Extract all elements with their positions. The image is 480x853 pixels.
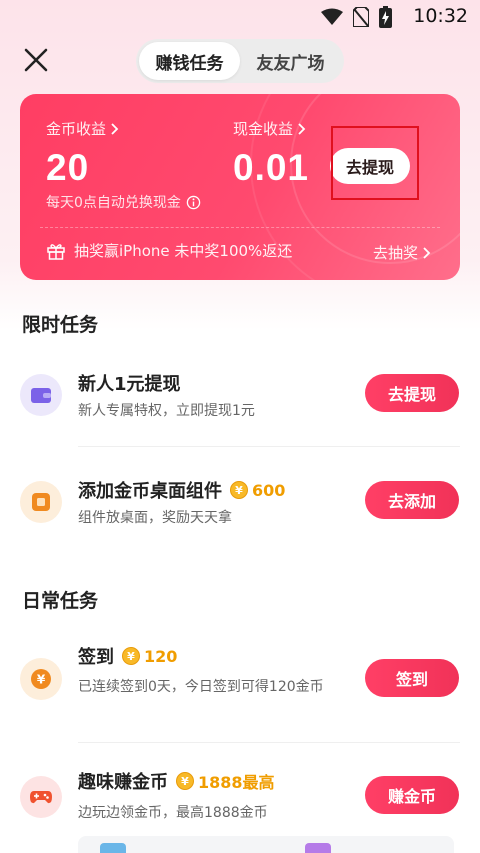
chevron-right-icon — [423, 246, 431, 259]
coin-earnings-label: 金币收益 — [46, 120, 107, 138]
task-name: 签到 ¥120 — [78, 646, 178, 669]
chevron-right-icon — [111, 122, 119, 135]
coin-earnings-value: 20 — [46, 147, 90, 188]
status-time: 10:32 — [413, 5, 468, 27]
coin-earnings: 金币收益 20 — [46, 118, 120, 189]
auto-exchange-text: 每天0点自动兑换现金 — [46, 195, 181, 211]
chevron-right-icon — [298, 122, 306, 135]
tab-friend-square[interactable]: 友友广场 — [240, 42, 341, 80]
status-icons — [321, 6, 392, 28]
task-desc: 组件放桌面，奖励天天拿 — [78, 510, 232, 526]
divider — [78, 446, 460, 447]
earnings-card: 金币收益 20 现金收益 0.01 去提现 每天0点自动兑换现金 抽奖赢iPho… — [20, 94, 460, 280]
cash-earnings-link[interactable]: 现金收益 — [233, 118, 309, 139]
cash-earnings-label: 现金收益 — [233, 120, 294, 138]
task-desc: 已连续签到0天，今日签到可得120金币 — [78, 679, 324, 695]
gamepad-icon — [20, 776, 62, 818]
widget-icon — [20, 481, 62, 523]
cash-earnings: 现金收益 0.01 — [233, 118, 309, 189]
game-strip — [78, 836, 454, 853]
task-desc: 新人专属特权，立即提现1元 — [78, 403, 255, 419]
divider — [78, 742, 460, 743]
tab-earn-tasks[interactable]: 赚钱任务 — [139, 42, 240, 80]
task-name: 趣味赚金币 ¥1888最高 — [78, 768, 275, 794]
lottery-text: 抽奖赢iPhone 未中奖100%返还 — [74, 242, 293, 260]
highlight-box — [331, 126, 419, 200]
task-name: 新人1元提现 — [78, 374, 181, 395]
lottery-link[interactable]: 去抽奖 — [373, 242, 432, 263]
battery-charging-icon — [379, 6, 392, 28]
coin-earnings-link[interactable]: 金币收益 — [46, 118, 120, 139]
card-divider — [40, 227, 440, 228]
status-bar: 10:32 — [0, 0, 480, 34]
wifi-icon — [321, 8, 343, 25]
limited-tasks-title: 限时任务 — [22, 314, 99, 336]
game-thumbnail[interactable] — [305, 843, 331, 853]
svg-text:¥: ¥ — [37, 673, 46, 687]
game-thumbnail[interactable] — [100, 843, 126, 853]
no-sim-icon — [353, 7, 369, 27]
close-icon — [24, 48, 48, 72]
lottery-link-label: 去抽奖 — [372, 244, 418, 262]
coin-icon: ¥ — [230, 481, 248, 499]
close-button[interactable] — [20, 44, 52, 76]
earn-coins-button[interactable]: 赚金币 — [365, 776, 459, 814]
task-desc: 边玩边领金币，最高1888金币 — [78, 805, 268, 821]
cash-earnings-value: 0.01 — [233, 147, 310, 188]
wallet-icon — [20, 374, 62, 416]
reward-badge: ¥600 — [230, 481, 285, 500]
daily-tasks-title: 日常任务 — [22, 590, 99, 612]
go-add-button[interactable]: 去添加 — [365, 481, 459, 519]
info-icon[interactable] — [186, 195, 201, 210]
reward-badge: ¥120 — [122, 647, 177, 666]
auto-exchange-note: 每天0点自动兑换现金 — [46, 192, 201, 212]
gift-icon — [47, 243, 65, 260]
go-withdraw-button[interactable]: 去提现 — [365, 374, 459, 412]
checkin-button[interactable]: 签到 — [365, 659, 459, 697]
reward-badge: ¥1888最高 — [176, 769, 275, 793]
yuan-coin-icon: ¥ — [20, 658, 62, 700]
lottery-promo: 抽奖赢iPhone 未中奖100%返还 — [46, 240, 292, 261]
coin-icon: ¥ — [122, 647, 140, 665]
coin-icon: ¥ — [176, 772, 194, 790]
tab-switcher: 赚钱任务 友友广场 — [136, 39, 344, 83]
task-name: 添加金币桌面组件 ¥600 — [78, 480, 286, 503]
